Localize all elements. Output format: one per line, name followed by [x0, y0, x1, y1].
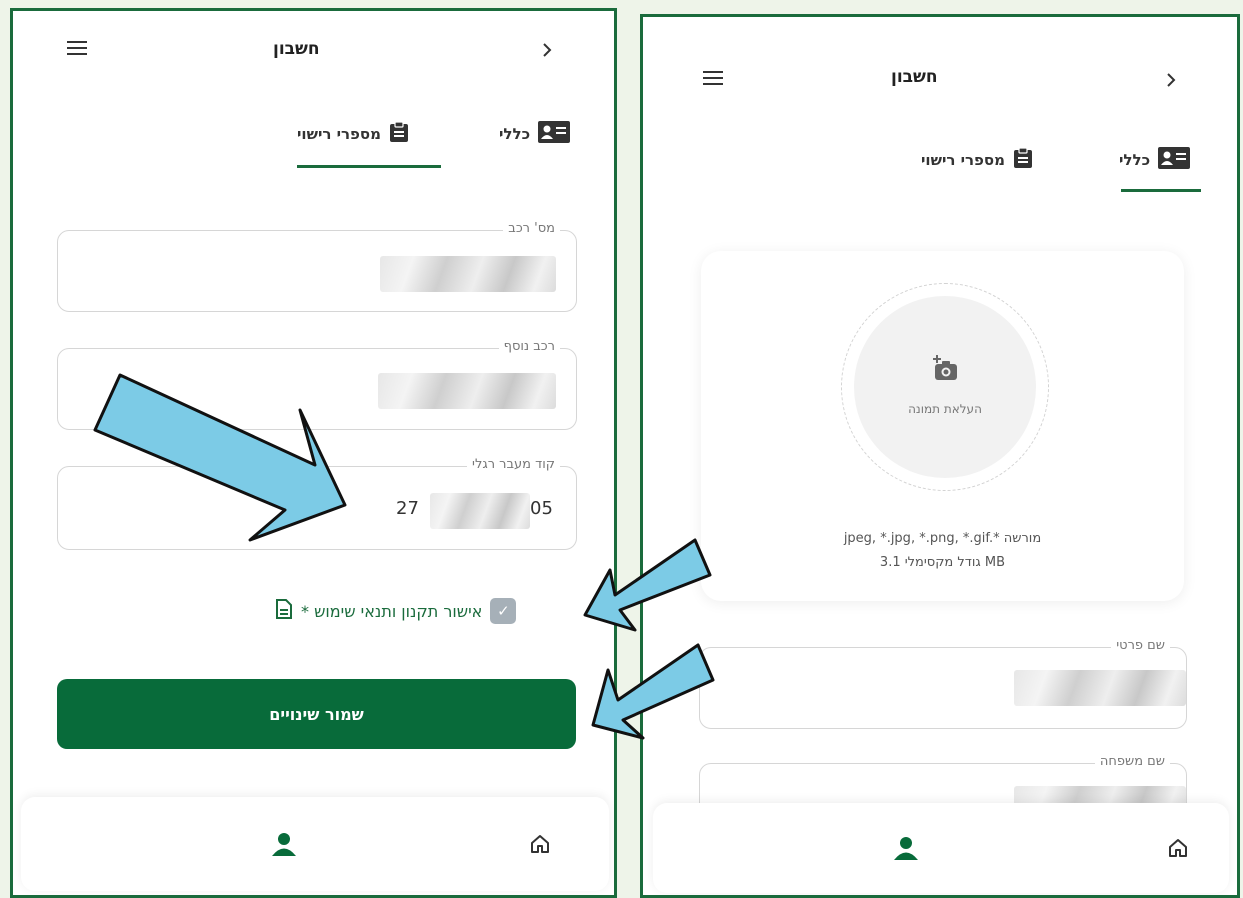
- terms-checkbox[interactable]: ✓: [490, 598, 517, 624]
- redacted-value: [378, 373, 556, 409]
- home-icon[interactable]: [1167, 837, 1189, 863]
- additional-vehicle-field[interactable]: רכב נוסף: [57, 339, 577, 430]
- page-title: חשבון: [273, 39, 320, 59]
- save-changes-button[interactable]: שמור שינויים: [57, 679, 576, 749]
- page-title: חשבון: [891, 67, 938, 87]
- add-camera-icon: [930, 354, 960, 386]
- vehicle-number-field[interactable]: מס' רכב: [57, 221, 577, 312]
- allowed-formats-text: jpeg, *.jpg, *.png, *.gif.* מורשה: [843, 531, 1042, 546]
- upload-photo-label: העלאת תמונה: [908, 402, 982, 416]
- chevron-right-icon[interactable]: [1165, 71, 1177, 93]
- additional-vehicle-label: רכב נוסף: [498, 339, 560, 354]
- terms-row: ✓ אישור תקנון ותנאי שימוש *: [275, 598, 517, 624]
- tab-general-label: כללי: [1119, 151, 1151, 169]
- tab-license-numbers[interactable]: מספרי רישוי: [921, 147, 1033, 173]
- document-icon[interactable]: [275, 599, 293, 623]
- pedestrian-code-field[interactable]: קוד מעבר רגלי 27 05: [57, 457, 577, 550]
- tab-license-numbers-label: מספרי רישוי: [921, 151, 1005, 169]
- bottom-nav: [653, 803, 1229, 893]
- user-icon[interactable]: [271, 831, 297, 861]
- tab-license-numbers[interactable]: מספרי רישוי: [297, 121, 409, 147]
- clipboard-icon: [1013, 147, 1033, 173]
- bottom-nav: [21, 797, 609, 891]
- hamburger-menu-icon[interactable]: [67, 39, 87, 61]
- first-name-label: שם פרטי: [1111, 638, 1170, 653]
- user-icon[interactable]: [893, 835, 919, 865]
- upload-ring: העלאת תמונה: [841, 283, 1049, 491]
- tab-general-label: כללי: [499, 125, 531, 143]
- pedestrian-code-label: קוד מעבר רגלי: [467, 457, 560, 472]
- redacted-value: [1014, 670, 1186, 706]
- hamburger-menu-icon[interactable]: [703, 69, 723, 91]
- upload-photo-button[interactable]: העלאת תמונה: [854, 296, 1036, 478]
- redacted-value: [430, 493, 530, 529]
- terms-label[interactable]: אישור תקנון ותנאי שימוש *: [301, 602, 482, 621]
- home-icon[interactable]: [529, 833, 551, 859]
- first-name-field[interactable]: שם פרטי: [699, 638, 1187, 729]
- chevron-right-icon[interactable]: [541, 41, 553, 63]
- id-card-icon: [1158, 147, 1191, 173]
- tab-general[interactable]: כללי: [499, 121, 571, 147]
- max-size-text: גודל מקסימלי 3.1 MB: [879, 555, 1006, 570]
- tab-license-numbers-label: מספרי רישוי: [297, 125, 381, 143]
- pedestrian-code-value-end: 05: [530, 498, 553, 519]
- account-screen-general-tab: חשבון מספרי רישוי כללי העלאת תמונה jpeg,…: [640, 14, 1240, 898]
- pedestrian-code-value-start: 27: [396, 498, 419, 519]
- id-card-icon: [538, 121, 571, 147]
- clipboard-icon: [389, 121, 409, 147]
- redacted-value: [380, 256, 556, 292]
- vehicle-number-label: מס' רכב: [503, 221, 560, 236]
- active-tab-indicator: [1121, 189, 1201, 192]
- last-name-label: שם משפחה: [1094, 754, 1170, 769]
- photo-upload-card: העלאת תמונה jpeg, *.jpg, *.png, *.gif.* …: [701, 251, 1184, 601]
- active-tab-indicator: [297, 165, 441, 168]
- account-screen-license-tab: חשבון מספרי רישוי כללי מס' רכב רכב נוסף …: [10, 8, 617, 898]
- tab-general[interactable]: כללי: [1119, 147, 1191, 173]
